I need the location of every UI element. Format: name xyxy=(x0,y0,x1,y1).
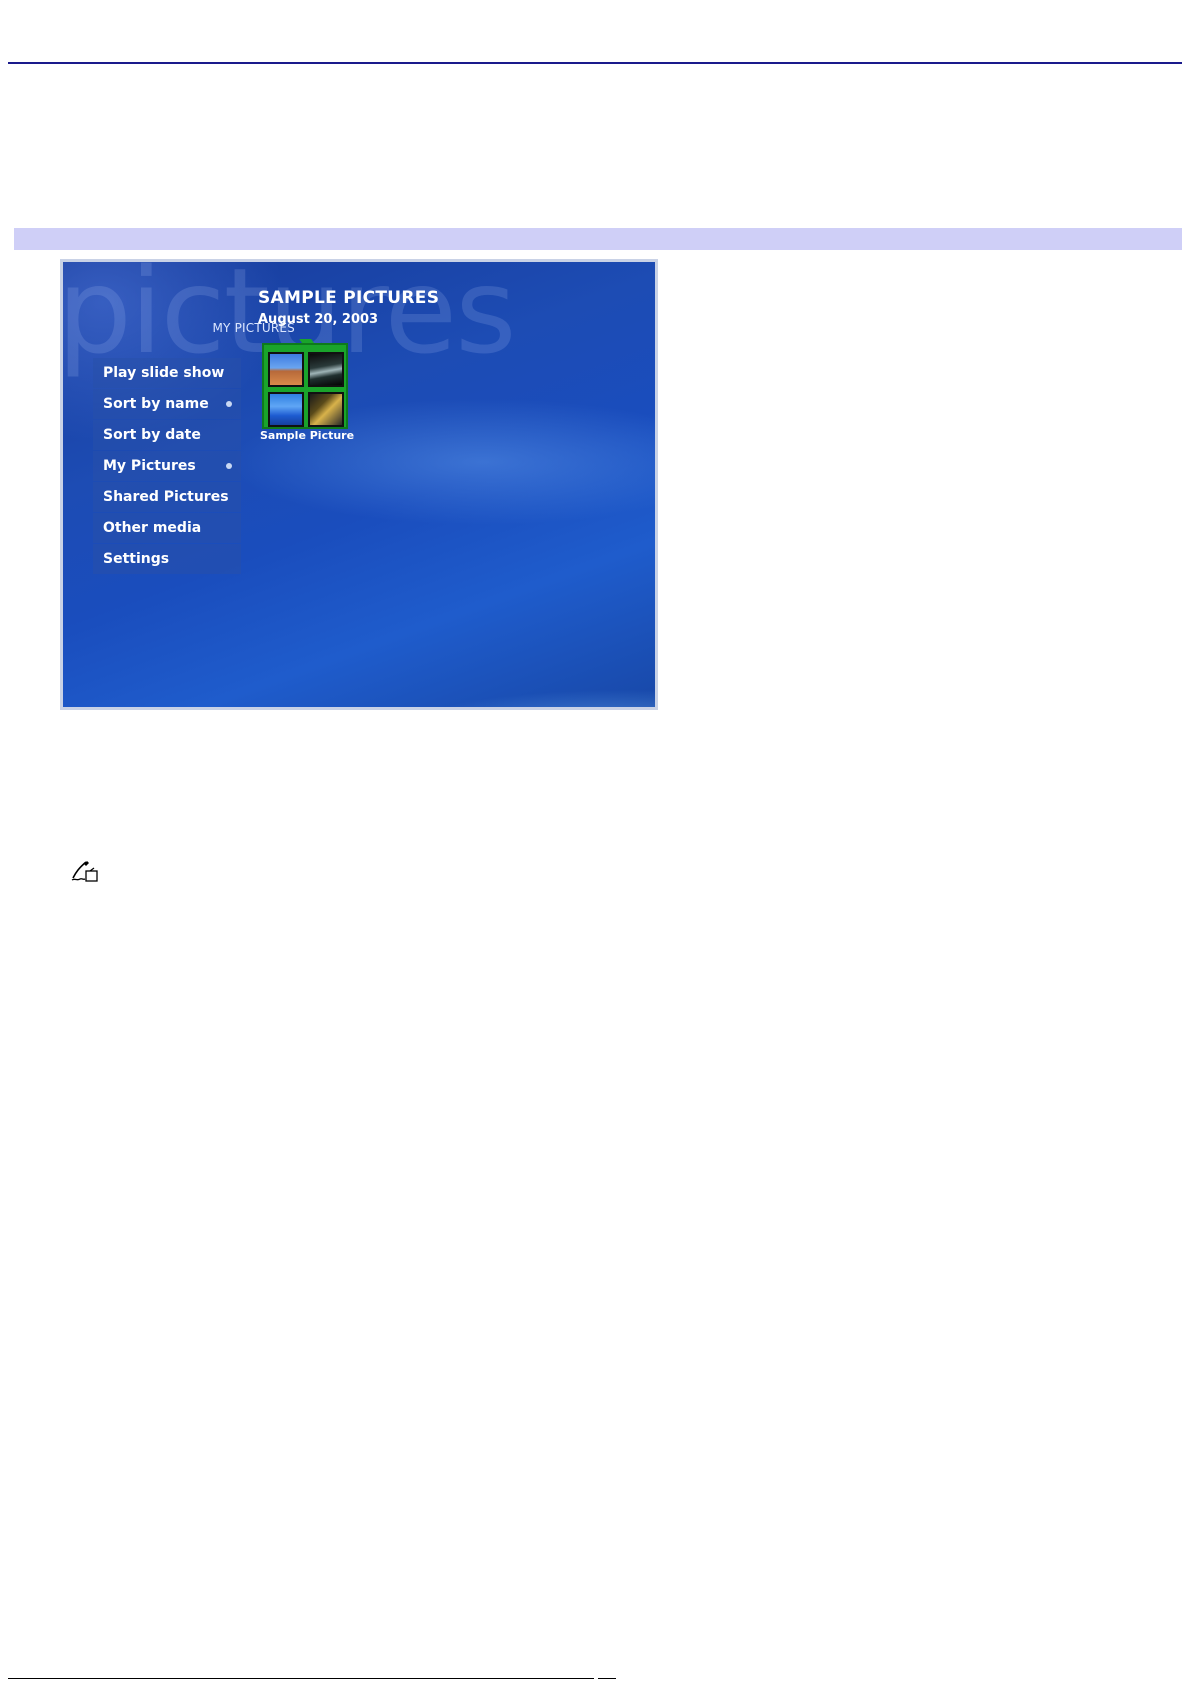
folder-tile[interactable]: Sample Picture xyxy=(260,339,354,442)
menu-item-label: Settings xyxy=(103,551,170,567)
thumbnail-hills xyxy=(268,392,304,427)
thumbnail-flowers xyxy=(308,392,344,427)
bottom-rule xyxy=(8,1678,594,1679)
folder-label: Sample Picture xyxy=(260,429,355,442)
media-center-screenshot: pictures MY PICTURES Play slide show Sor… xyxy=(60,259,658,710)
page-title: SAMPLE PICTURES xyxy=(258,288,440,308)
section-band xyxy=(14,228,1182,250)
menu-item-label: Sort by name xyxy=(103,396,209,412)
top-rule xyxy=(8,62,1182,64)
side-menu: Play slide show Sort by name Sort by dat… xyxy=(93,358,241,575)
selected-dot-icon xyxy=(226,401,232,407)
menu-item-other-media[interactable]: Other media xyxy=(93,513,241,543)
menu-item-sort-by-date[interactable]: Sort by date xyxy=(93,420,241,450)
menu-item-label: My Pictures xyxy=(103,458,196,474)
thumbnail-arch xyxy=(268,352,304,387)
menu-item-settings[interactable]: Settings xyxy=(93,544,241,574)
menu-item-my-pictures[interactable]: My Pictures xyxy=(93,451,241,481)
menu-item-shared-pictures[interactable]: Shared Pictures xyxy=(93,482,241,512)
menu-item-play-slide-show[interactable]: Play slide show xyxy=(93,358,241,388)
menu-item-label: Play slide show xyxy=(103,365,225,381)
menu-item-sort-by-name[interactable]: Sort by name xyxy=(93,389,241,419)
menu-item-label: Other media xyxy=(103,520,202,536)
menu-item-label: Sort by date xyxy=(103,427,201,443)
thumbnail-wave xyxy=(308,352,344,387)
selected-dot-icon xyxy=(226,463,232,469)
bottom-rule-segment xyxy=(598,1678,616,1679)
note-pencil-icon xyxy=(71,861,98,882)
page-date: August 20, 2003 xyxy=(258,312,379,327)
folder-icon xyxy=(262,343,348,429)
menu-item-label: Shared Pictures xyxy=(103,489,229,505)
